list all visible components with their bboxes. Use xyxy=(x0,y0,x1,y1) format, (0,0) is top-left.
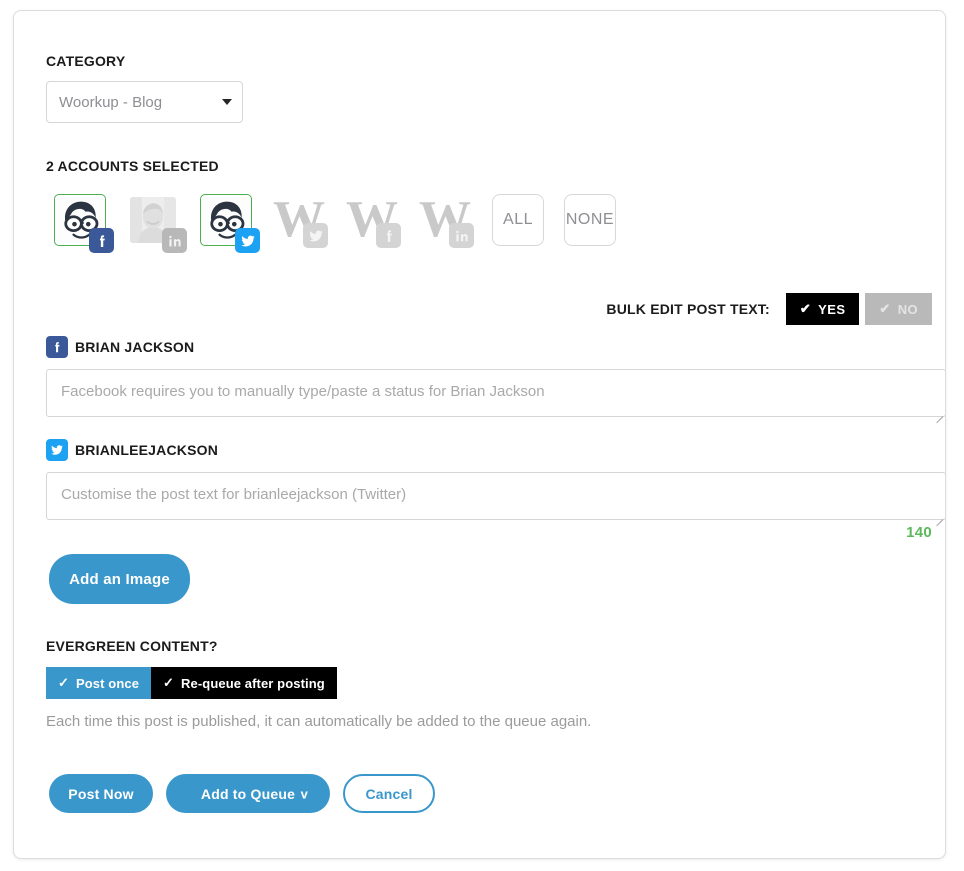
select-none-accounts-button[interactable]: NONE xyxy=(564,194,616,246)
footer-actions: Post Now Add to Queue v Cancel xyxy=(49,774,435,813)
evergreen-post-once-label: Post once xyxy=(76,675,140,691)
twitter-account-name: BRIANLEEJACKSON xyxy=(75,442,219,458)
bulk-edit-no-label: NO xyxy=(897,301,918,317)
twitter-icon xyxy=(303,223,328,248)
compose-post-card: CATEGORY Woorkup - Blog 2 ACCOUNTS SELEC… xyxy=(13,10,946,859)
category-label: CATEGORY xyxy=(46,53,126,69)
evergreen-requeue-button[interactable]: ✓ Re-queue after posting xyxy=(151,667,337,699)
facebook-post-text-wrapper xyxy=(46,369,945,424)
bulk-edit-post-text-group: BULK EDIT POST TEXT: ✔ YES ✔ NO xyxy=(606,293,932,325)
character-counter: 140 xyxy=(906,524,932,541)
accounts-selected-label: 2 ACCOUNTS SELECTED xyxy=(46,158,219,174)
account-avatar-brianleejackson-twitter[interactable] xyxy=(200,194,260,253)
bulk-edit-yes-label: YES xyxy=(818,301,846,317)
account-avatar-brian-jackson-facebook[interactable] xyxy=(54,194,114,253)
evergreen-toggle-group: ✓ Post once ✓ Re-queue after posting xyxy=(46,667,337,699)
post-now-button[interactable]: Post Now xyxy=(49,774,153,813)
facebook-account-name: BRIAN JACKSON xyxy=(75,339,195,355)
bulk-edit-label: BULK EDIT POST TEXT: xyxy=(606,301,770,317)
facebook-account-header: BRIAN JACKSON xyxy=(46,336,194,358)
chevron-down-icon: v xyxy=(300,786,308,801)
category-selected-value: Woorkup - Blog xyxy=(59,93,163,111)
twitter-post-text-wrapper xyxy=(46,472,945,527)
account-avatar-woorkup-twitter[interactable]: W xyxy=(273,194,329,248)
evergreen-description: Each time this post is published, it can… xyxy=(46,713,592,730)
cancel-button[interactable]: Cancel xyxy=(343,774,435,813)
add-an-image-button[interactable]: Add an Image xyxy=(49,554,190,604)
twitter-icon xyxy=(235,228,260,253)
facebook-icon xyxy=(46,336,68,358)
facebook-icon xyxy=(89,228,114,253)
add-to-queue-label: Add to Queue xyxy=(200,785,296,802)
twitter-icon xyxy=(46,439,68,461)
check-icon: ✔ xyxy=(879,301,891,316)
category-select[interactable]: Woorkup - Blog xyxy=(46,81,243,123)
check-icon: ✔ xyxy=(799,301,812,316)
bulk-edit-no-button[interactable]: ✔ NO xyxy=(865,293,932,325)
account-avatar-woorkup-facebook[interactable]: W xyxy=(346,194,402,248)
facebook-post-textarea[interactable] xyxy=(46,369,945,417)
account-avatar-woorkup-linkedin[interactable]: W xyxy=(419,194,475,248)
check-icon: ✓ xyxy=(163,675,175,690)
twitter-account-header: BRIANLEEJACKSON xyxy=(46,439,218,461)
twitter-post-textarea[interactable] xyxy=(46,472,945,520)
check-icon: ✓ xyxy=(58,675,69,690)
linkedin-icon xyxy=(449,223,474,248)
accounts-row: W W W ALL NONE xyxy=(54,194,616,253)
add-to-queue-button[interactable]: Add to Queue v xyxy=(166,774,330,813)
evergreen-post-once-button[interactable]: ✓ Post once xyxy=(46,667,152,699)
chevron-down-icon xyxy=(222,99,232,105)
evergreen-requeue-label: Re-queue after posting xyxy=(181,675,325,691)
select-all-accounts-button[interactable]: ALL xyxy=(492,194,544,246)
facebook-icon xyxy=(376,223,401,248)
evergreen-content-label: EVERGREEN CONTENT? xyxy=(46,638,218,654)
account-avatar-brian-jackson-linkedin[interactable] xyxy=(127,194,187,253)
bulk-edit-yes-button[interactable]: ✔ YES xyxy=(785,293,860,325)
linkedin-icon xyxy=(162,228,187,253)
